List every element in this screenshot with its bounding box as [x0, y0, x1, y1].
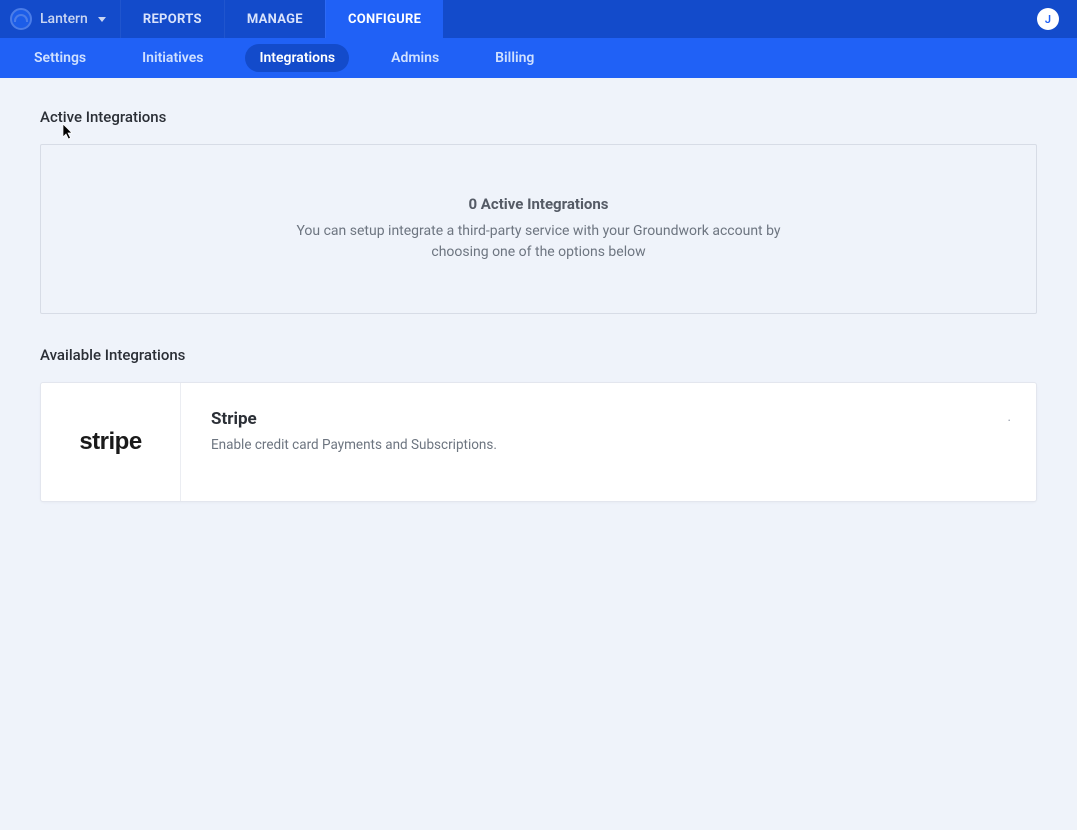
- subnav-initiatives[interactable]: Initiatives: [128, 44, 217, 72]
- stripe-logo-text: stripe: [79, 428, 141, 456]
- brand-name: Lantern: [40, 11, 88, 27]
- more-options-icon[interactable]: ·: [1007, 413, 1012, 429]
- page-content: Active Integrations 0 Active Integration…: [0, 78, 1077, 532]
- integration-name: Stripe: [211, 409, 1006, 429]
- top-nav-tabs: REPORTS MANAGE CONFIGURE: [120, 0, 443, 38]
- subnav-billing[interactable]: Billing: [481, 44, 548, 72]
- top-tab-manage[interactable]: MANAGE: [224, 0, 325, 38]
- integration-body: Stripe Enable credit card Payments and S…: [181, 383, 1036, 501]
- sub-nav: Settings Initiatives Integrations Admins…: [0, 38, 1077, 78]
- active-empty-title: 0 Active Integrations: [61, 195, 1016, 213]
- brand-dropdown[interactable]: Lantern: [0, 0, 120, 38]
- subnav-admins[interactable]: Admins: [377, 44, 453, 72]
- top-tab-reports[interactable]: REPORTS: [120, 0, 224, 38]
- active-empty-text: You can setup integrate a third-party se…: [279, 221, 799, 263]
- active-integrations-panel: 0 Active Integrations You can setup inte…: [40, 144, 1037, 314]
- integration-logo: stripe: [41, 383, 181, 501]
- available-integrations-title: Available Integrations: [40, 346, 1037, 364]
- brand-icon: [10, 8, 32, 30]
- top-tab-configure[interactable]: CONFIGURE: [325, 0, 443, 38]
- subnav-settings[interactable]: Settings: [20, 44, 100, 72]
- chevron-down-icon: [98, 17, 106, 22]
- top-nav: Lantern REPORTS MANAGE CONFIGURE J: [0, 0, 1077, 38]
- subnav-integrations[interactable]: Integrations: [245, 44, 349, 72]
- user-avatar[interactable]: J: [1037, 8, 1059, 30]
- integration-description: Enable credit card Payments and Subscrip…: [211, 437, 1006, 453]
- active-integrations-title: Active Integrations: [40, 108, 1037, 126]
- integration-card-stripe[interactable]: stripe Stripe Enable credit card Payment…: [40, 382, 1037, 502]
